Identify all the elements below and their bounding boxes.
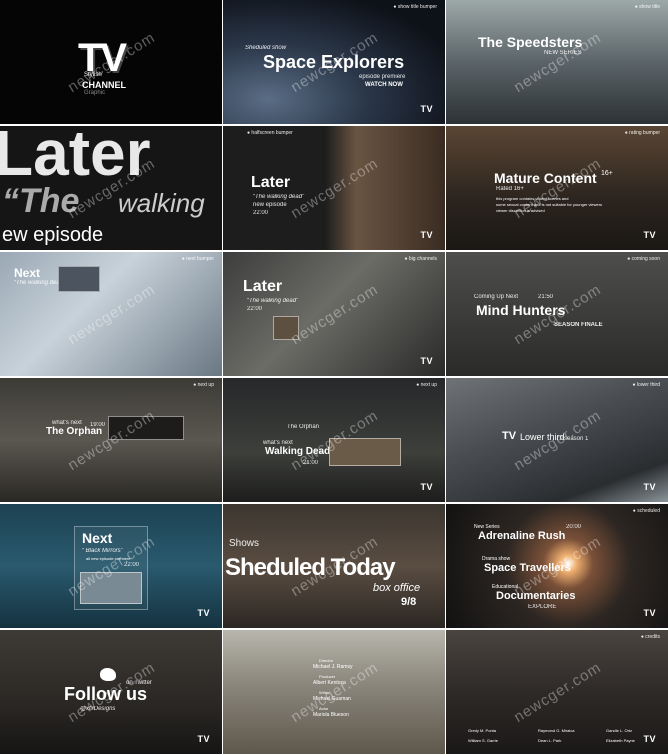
tv-logo: TV bbox=[643, 482, 656, 492]
tile-credits-hands: ● credits Gredy M. Ponta Raymond G. Mira… bbox=[446, 630, 668, 754]
lower-third-tv: TV bbox=[502, 430, 517, 442]
tile-orphan-next: ● next up what's next The Orphan 19:00 n… bbox=[0, 378, 222, 502]
credit-name-1: Michael J. Ramsy bbox=[313, 664, 353, 670]
watermark-text: newcger.com bbox=[511, 154, 605, 223]
tile-tag: ● coming soon bbox=[627, 256, 660, 262]
later-time: 22:00 bbox=[247, 306, 263, 312]
coming-up-kicker: Coming Up Next bbox=[474, 294, 519, 300]
twitter-bird-icon bbox=[100, 668, 116, 681]
kicker: Sheduled show bbox=[245, 45, 287, 51]
schedule-title-1: Adrenaline Rush bbox=[478, 530, 566, 542]
schedule-sub-3: EXPLORE bbox=[528, 604, 557, 610]
tile-space-explorers: ● show title bumper Sheduled show Space … bbox=[223, 0, 445, 124]
tv-logo: TV bbox=[643, 734, 656, 744]
tile-later-big: Later “The walking ew episode newcger.co… bbox=[0, 126, 222, 250]
tile-tag: ● scheduled bbox=[632, 508, 660, 514]
tile-lower-third: ● lower third TV Lower third season 1 TV… bbox=[446, 378, 668, 502]
orphan-line: The Orphan bbox=[287, 424, 320, 430]
credit-6: Elizabeth Payne bbox=[606, 738, 635, 743]
next-title: Next bbox=[14, 266, 41, 280]
tile-later-halfscreen: ● halfscreen bumper Later “The walking d… bbox=[223, 126, 445, 250]
tile-later-big-channels: ● big channels Later “The walking dead” … bbox=[223, 252, 445, 376]
watermark-text: newcger.com bbox=[511, 658, 605, 727]
later-sub: “The walking dead” bbox=[247, 298, 299, 304]
mature-rated: Rated 16+ bbox=[496, 186, 524, 192]
tile-mind-hunters: ● coming soon Coming Up Next 21:50 Mind … bbox=[446, 252, 668, 376]
season-finale: SEASON FINALE bbox=[554, 322, 603, 328]
tile-mature-content: ● rating bumper Mature Content 16+ Rated… bbox=[446, 126, 668, 250]
tile-channel-logo: TV Stylish CHANNEL Graphic newcger.com bbox=[0, 0, 222, 124]
schedule-time-1: 20:00 bbox=[566, 524, 582, 530]
tv-logo: TV bbox=[420, 356, 433, 366]
tile-tag: ● big channels bbox=[404, 256, 438, 262]
episode-line: episode premiere bbox=[359, 74, 406, 80]
box-office: box office bbox=[373, 582, 421, 594]
big-episode: ew episode bbox=[2, 224, 104, 246]
tile-tag: ● lower third bbox=[632, 382, 660, 388]
tv-logo: TV bbox=[643, 608, 656, 618]
later-title: Later bbox=[243, 278, 283, 295]
tile-tag: ● next bumper bbox=[181, 256, 214, 262]
tile-speedsters: ● show title The Speedsters NEW SERIES n… bbox=[446, 0, 668, 124]
big-walking: walking bbox=[118, 188, 205, 218]
schedule-title-3: Documentaries bbox=[496, 590, 576, 602]
tile-next-black-mirrors: Next “ Black Mirrors” all new episode pr… bbox=[0, 504, 222, 628]
credit-role-1: Director bbox=[319, 658, 334, 663]
tv-logo: TV bbox=[420, 230, 433, 240]
tv-logo: TV bbox=[420, 482, 433, 492]
tile-tag: ● next up bbox=[193, 382, 214, 388]
tile-schedule-list: ● scheduled New Series Adrenaline Rush 2… bbox=[446, 504, 668, 628]
later-line: new episode bbox=[253, 202, 287, 208]
tile-follow-us: Follow us on Twitter @xfxDesigns TV newc… bbox=[0, 630, 222, 754]
date: 9/8 bbox=[401, 596, 417, 608]
tv-logo: TV bbox=[197, 608, 210, 618]
watch-now: WATCH NOW bbox=[365, 82, 403, 88]
preview-grid: TV Stylish CHANNEL Graphic newcger.com ●… bbox=[0, 0, 668, 755]
credit-4: William S. Garrie bbox=[468, 738, 499, 743]
credit-3: Gandle L. Ortz bbox=[606, 728, 633, 733]
big-the: “The bbox=[2, 182, 80, 220]
credit-5: Dean L. Park bbox=[538, 738, 562, 743]
later-sub: “The walking dead” bbox=[253, 194, 305, 200]
watermark-text: newcger.com bbox=[288, 154, 382, 223]
credit-1: Gredy M. Ponta bbox=[468, 728, 497, 733]
tile-tag: ● rating bumper bbox=[624, 130, 660, 136]
later-time: 22:00 bbox=[253, 210, 269, 216]
later-title: Later bbox=[251, 174, 291, 191]
credit-2: Raymond G. Miralca bbox=[538, 728, 575, 733]
tile-next-bumper: ● next bumper Next “The walking dead” ne… bbox=[0, 252, 222, 376]
tile-sheduled-today: Shows Sheduled Today box office 9/8 newc… bbox=[223, 504, 445, 628]
show-time: 19:00 bbox=[90, 422, 106, 428]
mature-rating-sup: 16+ bbox=[601, 170, 613, 177]
tile-tag: ● credits bbox=[640, 634, 660, 640]
next-title: Next bbox=[82, 530, 113, 546]
tv-logo: TV bbox=[420, 104, 433, 114]
tv-logo: TV bbox=[197, 734, 210, 744]
shows-label: Shows bbox=[229, 538, 260, 549]
credit-role-2: Producer bbox=[319, 674, 336, 679]
watermark-text: newcger.com bbox=[288, 280, 382, 349]
tile-tag: ● show title bbox=[634, 4, 660, 10]
credit-name-4: Mariola Blueson bbox=[313, 712, 349, 718]
tile-tag: ● show title bumper bbox=[393, 4, 437, 10]
tv-logo: TV bbox=[643, 230, 656, 240]
coming-up-time: 21:50 bbox=[538, 294, 554, 300]
tile-tag: ● halfscreen bumper bbox=[247, 130, 293, 136]
tv-logo-sub3: Graphic bbox=[84, 90, 106, 96]
tile-walking-dead-next: ● next up The Orphan what's next Walking… bbox=[223, 378, 445, 502]
tile-credits-names: Director Michael J. Ramsy Producer Alber… bbox=[223, 630, 445, 754]
next-thumbnail bbox=[58, 266, 100, 292]
tile-tag: ● next up bbox=[416, 382, 437, 388]
